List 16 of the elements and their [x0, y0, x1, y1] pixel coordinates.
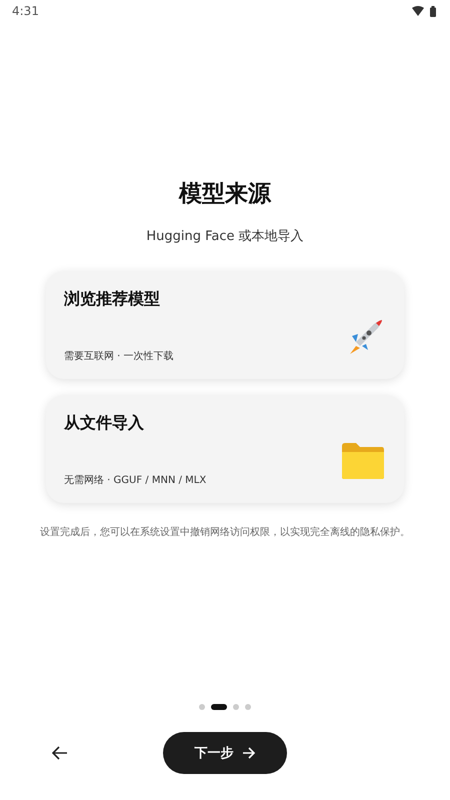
privacy-note: 设置完成后，您可以在系统设置中撤销网络访问权限，以实现完全离线的隐私保护。 — [39, 526, 411, 539]
folder-icon — [340, 440, 386, 480]
option-detail: 需要互联网 · 一次性下载 — [64, 350, 174, 363]
battery-icon — [430, 6, 436, 16]
option-card[interactable]: 浏览推荐模型 需要互联网 · 一次性下载 — [46, 271, 404, 379]
next-button[interactable]: 下一步 — [163, 732, 287, 774]
option-title: 从文件导入 — [64, 413, 145, 434]
wifi-icon — [412, 6, 424, 16]
option-detail: 无需网络 · GGUF / MNN / MLX — [64, 474, 206, 487]
option-title: 浏览推荐模型 — [64, 289, 161, 310]
arrow-right-icon — [242, 747, 256, 759]
back-arrow-icon — [52, 746, 68, 760]
status-time: 4:31 — [12, 4, 39, 18]
page-title: 模型来源 — [178, 180, 272, 209]
page-subtitle: Hugging Face 或本地导入 — [145, 228, 305, 245]
option-card[interactable]: 从文件导入 无需网络 · GGUF / MNN / MLX — [46, 395, 404, 503]
